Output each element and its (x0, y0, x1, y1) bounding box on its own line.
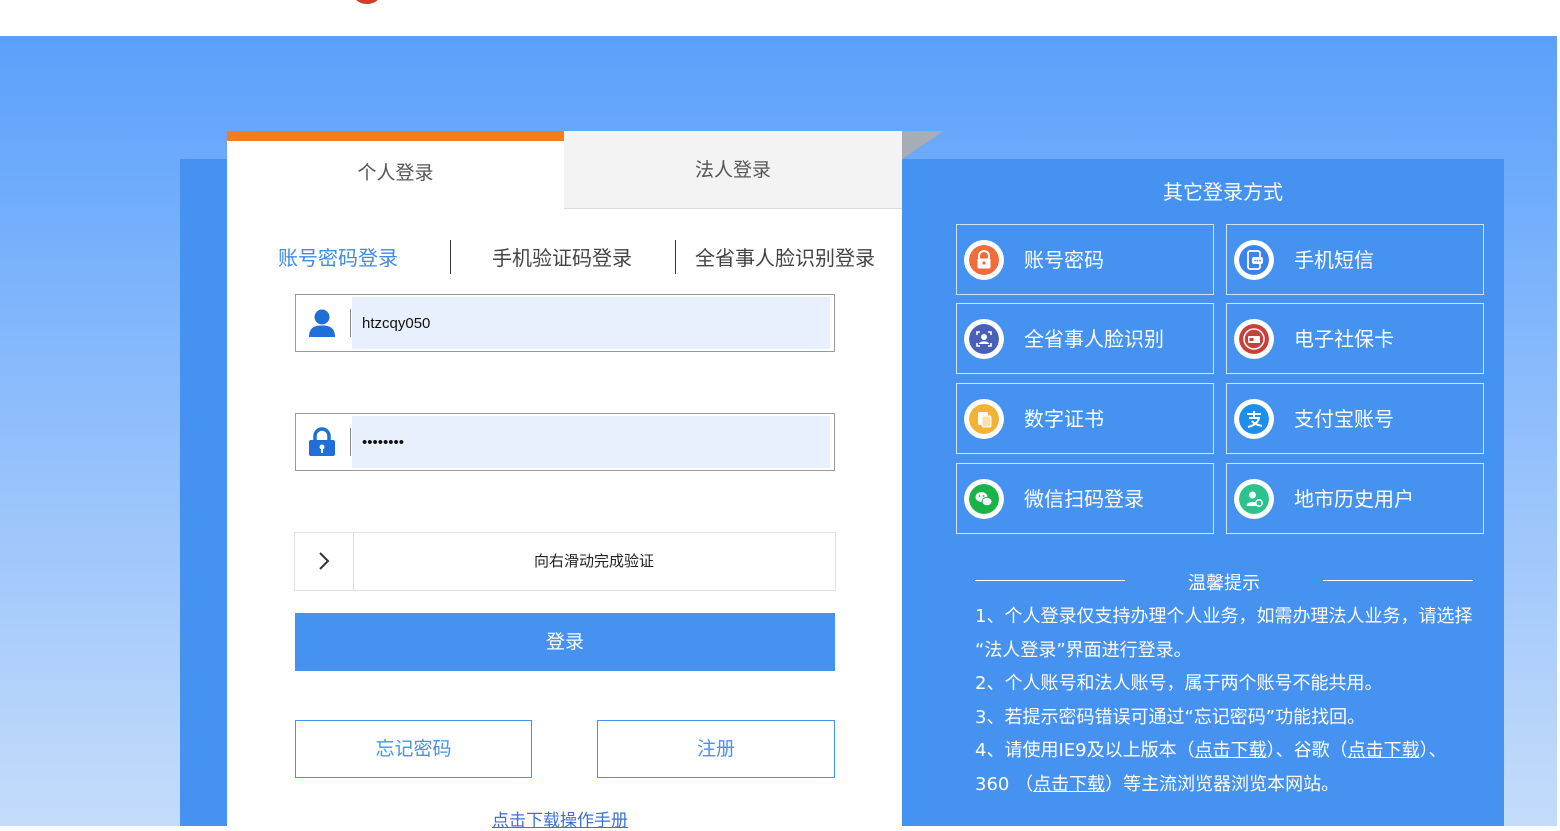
tip-text: ）、谷歌（ (1266, 740, 1348, 761)
option-label: 电子社保卡 (1294, 327, 1394, 351)
other-login-title: 其它登录方式 (1163, 180, 1283, 204)
forgot-password-button[interactable]: 忘记密码 (295, 720, 532, 778)
subtab-account-password[interactable]: 账号密码登录 (278, 241, 398, 275)
login-option-account-password[interactable]: 账号密码 (956, 224, 1214, 295)
tip-text: ）、 (1419, 740, 1447, 761)
option-label: 微信扫码登录 (1024, 487, 1144, 511)
lock-icon (964, 240, 1004, 280)
option-label: 全省事人脸识别 (1024, 327, 1164, 351)
option-label: 账号密码 (1024, 248, 1104, 272)
tip-line: 360 （点击下载）等主流浏览器浏览本网站。 (975, 768, 1485, 802)
chevron-right-icon[interactable] (295, 533, 354, 590)
field-separator (350, 428, 351, 456)
user-icon (309, 309, 335, 337)
username-input[interactable] (352, 297, 830, 349)
login-card: 个人登录 法人登录 账号密码登录 手机验证码登录 全省事人脸识别登录 向右滑动完… (227, 131, 902, 831)
tip-line: 3、若提示密码错误可通过“忘记密码”功能找回。 (975, 706, 1366, 728)
alipay-icon (1234, 399, 1274, 439)
tips-title: 温馨提示 (1188, 573, 1260, 594)
password-input[interactable] (352, 416, 830, 468)
subtab-divider (450, 240, 451, 274)
tips-divider-left (975, 580, 1125, 581)
option-label: 手机短信 (1294, 248, 1374, 272)
password-field (295, 413, 835, 471)
tip-line: 1、个人登录仅支持办理个人业务，如需办理法人业务，请选择 (975, 606, 1473, 627)
tip-text: ）等主流浏览器浏览本网站。 (1105, 773, 1340, 795)
card-fold-decoration (902, 131, 944, 159)
option-label: 支付宝账号 (1294, 407, 1394, 431)
subtab-divider (675, 240, 676, 274)
user-history-icon (1234, 479, 1274, 519)
field-separator (350, 309, 351, 337)
option-label: 地市历史用户 (1294, 487, 1414, 511)
download-manual-link[interactable]: 点击下载操作手册 (492, 806, 628, 831)
subtab-sms-code[interactable]: 手机验证码登录 (492, 241, 632, 275)
lock-icon (309, 427, 335, 456)
login-option-city-history-user[interactable]: 地市历史用户 (1226, 463, 1484, 534)
tip-line: “法人登录”界面进行登录。 (975, 639, 1192, 661)
login-option-digital-certificate[interactable]: 数字证书 (956, 383, 1214, 454)
ie-download-link[interactable]: 点击下载 (1195, 740, 1267, 761)
tip-line: 2、个人账号和法人账号，属于两个账号不能共用。 (975, 673, 1383, 694)
tab-personal-login[interactable]: 个人登录 (227, 131, 564, 209)
wechat-icon (964, 479, 1004, 519)
chrome-download-link[interactable]: 点击下载 (1348, 740, 1420, 761)
tab-legal-login[interactable]: 法人登录 (564, 131, 902, 209)
top-bar (0, 0, 1560, 36)
login-option-sms[interactable]: 手机短信 (1226, 224, 1484, 295)
certificate-icon (964, 399, 1004, 439)
register-button[interactable]: 注册 (597, 720, 835, 778)
tip-text: 4、请使用IE9及以上版本（ (975, 740, 1195, 761)
emblem-logo (352, 0, 382, 4)
sms-icon (1234, 240, 1274, 280)
slide-captcha: 向右滑动完成验证 (294, 532, 836, 591)
tips-content: 1、个人登录仅支持办理个人业务，如需办理法人业务，请选择 “法人登录”界面进行登… (975, 600, 1485, 801)
tips-divider-right (1323, 580, 1473, 581)
slider-instruction: 向右滑动完成验证 (533, 552, 654, 570)
option-label: 数字证书 (1024, 407, 1104, 431)
tip-line: 4、请使用IE9及以上版本（点击下载）、谷歌（点击下载）、 (975, 734, 1485, 768)
login-option-wechat[interactable]: 微信扫码登录 (956, 463, 1214, 534)
login-option-alipay[interactable]: 支付宝账号 (1226, 383, 1484, 454)
face-id-icon (964, 319, 1004, 359)
login-option-social-security-card[interactable]: 电子社保卡 (1226, 303, 1484, 374)
login-option-face-recognition[interactable]: 全省事人脸识别 (956, 303, 1214, 374)
username-field (295, 294, 835, 352)
subtab-face-recognition[interactable]: 全省事人脸识别登录 (695, 241, 875, 275)
login-button[interactable]: 登录 (295, 613, 835, 671)
tip-text: 360 （ (975, 773, 1034, 795)
social-security-icon (1234, 319, 1274, 359)
360-download-link[interactable]: 点击下载 (1033, 774, 1105, 795)
